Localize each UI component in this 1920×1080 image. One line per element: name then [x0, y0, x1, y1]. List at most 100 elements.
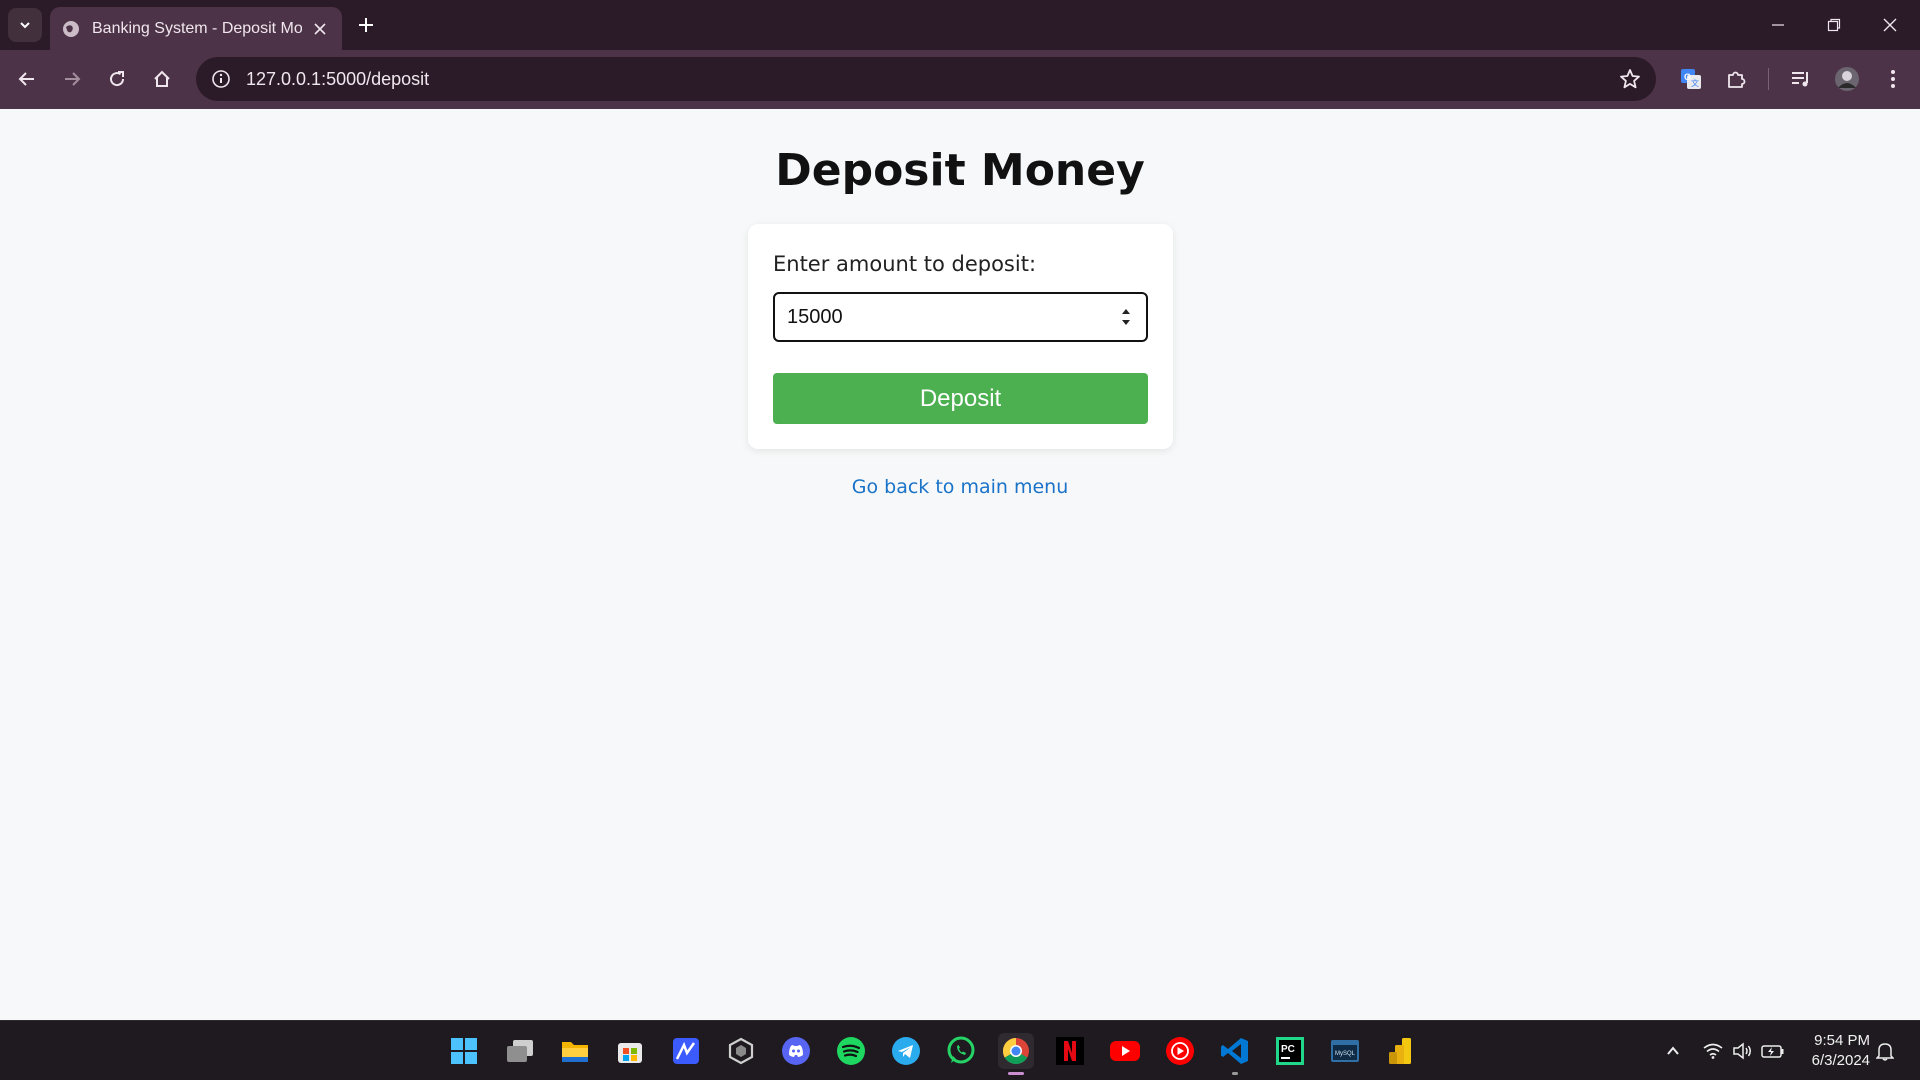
deposit-button[interactable]: Deposit: [773, 373, 1148, 424]
new-tab-button[interactable]: [352, 11, 380, 39]
back-button[interactable]: [10, 62, 44, 96]
back-link-container: Go back to main menu: [0, 476, 1920, 498]
forward-button[interactable]: [55, 62, 89, 96]
system-clock[interactable]: 9:54 PM 6/3/2024: [1798, 1031, 1870, 1071]
chrome-button[interactable]: [998, 1033, 1034, 1075]
amount-input[interactable]: 15000: [773, 292, 1148, 342]
address-bar[interactable]: 127.0.0.1:5000/deposit: [196, 57, 1656, 101]
task-view-icon: [507, 1040, 533, 1062]
battery-status[interactable]: [1760, 1038, 1786, 1064]
pen-notes-icon: [673, 1038, 699, 1064]
wifi-status[interactable]: [1700, 1038, 1726, 1064]
bookmark-star-icon[interactable]: [1618, 67, 1642, 91]
netflix-button[interactable]: [1052, 1033, 1088, 1069]
minimize-button[interactable]: [1750, 0, 1806, 50]
notifications-button[interactable]: [1872, 1038, 1898, 1064]
clock-time: 9:54 PM: [1814, 1032, 1870, 1049]
toolbar-divider: [1768, 68, 1769, 90]
power-bi-button[interactable]: [1382, 1033, 1418, 1069]
discord-button[interactable]: [778, 1033, 814, 1069]
puzzle-icon: [1728, 71, 1746, 88]
restore-button[interactable]: [1806, 0, 1862, 50]
youtube-icon: [1110, 1041, 1140, 1061]
minimize-icon: [1772, 24, 1784, 26]
power-bi-icon: [1389, 1038, 1411, 1064]
mysql-workbench-button[interactable]: MySQL: [1327, 1033, 1363, 1069]
reload-button[interactable]: [100, 62, 134, 96]
whatsapp-button[interactable]: [943, 1033, 979, 1069]
more-vert-icon: [1891, 70, 1895, 88]
translate-button[interactable]: G文: [1674, 62, 1708, 96]
notes-app-button[interactable]: [668, 1033, 704, 1069]
profile-avatar[interactable]: [1830, 62, 1864, 96]
spotify-button[interactable]: [833, 1033, 869, 1069]
svg-text:文: 文: [1691, 78, 1699, 88]
close-window-button[interactable]: [1862, 0, 1918, 50]
menu-button[interactable]: [1876, 62, 1910, 96]
translate-icon: G文: [1681, 69, 1701, 89]
home-button[interactable]: [145, 62, 179, 96]
wifi-icon: [1703, 1043, 1723, 1059]
taskbar: PC MySQL 9:54 PM 6/3/2024: [0, 1020, 1920, 1080]
pycharm-button[interactable]: PC: [1272, 1033, 1308, 1069]
bell-icon: [1876, 1043, 1894, 1061]
youtube-button[interactable]: [1107, 1033, 1143, 1069]
unity-cube-icon: [728, 1037, 754, 1065]
number-stepper[interactable]: [1120, 308, 1132, 326]
tab-title: Banking System - Deposit Money: [92, 19, 302, 37]
back-to-main-menu-link[interactable]: Go back to main menu: [852, 476, 1069, 498]
youtube-music-icon: [1166, 1037, 1194, 1065]
spotify-icon: [837, 1037, 865, 1065]
arrow-right-icon: [65, 72, 81, 86]
restore-icon: [1827, 18, 1841, 32]
url-text: 127.0.0.1:5000/deposit: [246, 68, 430, 89]
file-explorer-button[interactable]: [557, 1033, 593, 1069]
avatar-icon: [1835, 67, 1859, 91]
tab-strip: Banking System - Deposit Money: [0, 0, 1920, 50]
vscode-button[interactable]: [1217, 1033, 1253, 1075]
stepper-down-icon[interactable]: [1121, 320, 1131, 326]
pycharm-icon: PC: [1276, 1037, 1304, 1065]
amount-label: Enter amount to deposit:: [773, 252, 1037, 276]
arrow-left-icon: [18, 72, 34, 86]
battery-charging-icon: [1761, 1045, 1784, 1058]
store-icon: [618, 1043, 642, 1063]
tab-active[interactable]: Banking System - Deposit Money: [50, 7, 342, 50]
youtube-music-button[interactable]: [1162, 1033, 1198, 1069]
unity-button[interactable]: [723, 1033, 759, 1069]
globe-icon: [62, 20, 80, 38]
deposit-form-card: Enter amount to deposit: 15000 Deposit: [748, 224, 1173, 449]
task-view-button[interactable]: [502, 1033, 538, 1069]
svg-text:G: G: [1684, 72, 1691, 82]
extensions-button[interactable]: [1719, 62, 1753, 96]
tab-close-icon[interactable]: [310, 19, 330, 39]
reload-icon: [110, 71, 125, 87]
close-icon: [1883, 18, 1897, 32]
netflix-icon: [1056, 1037, 1084, 1065]
mysql-workbench-icon: MySQL: [1331, 1040, 1359, 1062]
svg-text:PC: PC: [1281, 1044, 1295, 1055]
media-controls-button[interactable]: [1784, 62, 1818, 96]
browser-toolbar: 127.0.0.1:5000/deposit G文: [0, 50, 1920, 109]
svg-text:MySQL: MySQL: [1335, 1051, 1356, 1057]
show-hidden-icons-button[interactable]: [1660, 1038, 1686, 1064]
tab-search-button[interactable]: [8, 8, 42, 42]
clock-date: 6/3/2024: [1811, 1052, 1870, 1069]
page-title: Deposit Money: [775, 145, 1145, 196]
stepper-up-icon[interactable]: [1121, 308, 1131, 314]
discord-icon: [782, 1037, 810, 1065]
page-content: Deposit Money Enter amount to deposit: 1…: [0, 109, 1920, 1020]
start-button[interactable]: [446, 1033, 482, 1069]
folder-icon: [562, 1042, 588, 1062]
telegram-icon: [892, 1037, 920, 1065]
whatsapp-icon: [947, 1036, 975, 1064]
windows-logo-icon: [451, 1038, 477, 1064]
telegram-button[interactable]: [888, 1033, 924, 1069]
amount-value: 15000: [787, 305, 843, 328]
chevron-down-icon: [20, 22, 30, 29]
volume-status[interactable]: [1730, 1038, 1756, 1064]
microsoft-store-button[interactable]: [612, 1033, 648, 1069]
vscode-icon: [1221, 1038, 1248, 1064]
site-info-icon[interactable]: [210, 68, 232, 90]
running-app-indicator: [1232, 1072, 1238, 1075]
